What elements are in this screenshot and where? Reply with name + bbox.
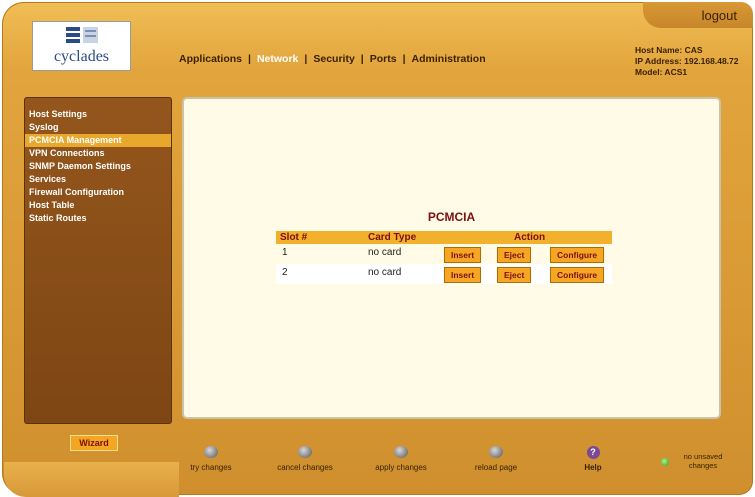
configure-button[interactable]: Configure [550, 247, 605, 263]
cancel-changes-button[interactable]: cancel changes [270, 446, 340, 472]
bottom-decoration [4, 462, 179, 497]
sidebar-item-services[interactable]: Services [25, 173, 171, 186]
ip-address: IP Address: 192.168.48.72 [635, 56, 739, 66]
eject-button[interactable]: Eject [497, 267, 532, 283]
logout-link[interactable]: logout [702, 8, 737, 23]
content-panel: PCMCIA Slot # Card Type Action 1 no card… [182, 97, 721, 419]
top-navigation: Applications | Network | Security | Ports | Admi… [179, 53, 486, 65]
table-header: Slot # Card Type Action [276, 231, 612, 244]
status-line-1: no unsaved [683, 452, 723, 461]
logo-text: cyclades [53, 48, 110, 65]
configure-button[interactable]: Configure [550, 267, 605, 283]
sidebar-item-static-routes[interactable]: Static Routes [25, 212, 171, 225]
slot-number: 1 [282, 247, 288, 258]
app-frame: logout cyclades Applications | Network | Sec… [2, 2, 753, 497]
wizard-button[interactable]: Wizard [70, 435, 118, 451]
reload-page-icon [489, 446, 503, 458]
sidebar-item-vpn-connections[interactable]: VPN Connections [25, 147, 171, 160]
slot-number: 2 [282, 267, 288, 278]
apply-changes-label: apply changes [375, 463, 427, 472]
status-line-2: changes [688, 461, 718, 470]
model-name: Model: ACS1 [635, 67, 688, 77]
eject-button[interactable]: Eject [497, 247, 532, 263]
logout-tab: logout [643, 2, 753, 28]
sidebar-item-syslog[interactable]: Syslog [25, 121, 171, 134]
table-row: 1 no card Insert Eject Configure [276, 244, 612, 264]
nav-ports[interactable]: Ports [370, 53, 397, 65]
try-changes-icon [204, 446, 218, 458]
nav-network[interactable]: Network [257, 53, 298, 65]
column-header-action: Action [514, 232, 546, 243]
nav-separator: | [304, 53, 308, 65]
sidebar-item-pcmcia-management[interactable]: PCMCIA Management [25, 134, 171, 147]
host-info: Host Name: CAS IP Address: 192.168.48.72… [635, 45, 739, 78]
unsaved-status: no unsaved changes [678, 452, 728, 470]
cancel-changes-icon [298, 446, 312, 458]
nav-applications[interactable]: Applications [179, 53, 242, 65]
cyclades-logo: cyclades [32, 21, 131, 71]
page-title: PCMCIA [427, 210, 476, 224]
apply-changes-icon [394, 446, 408, 458]
logo-mark-icon [66, 27, 98, 43]
apply-changes-button[interactable]: apply changes [368, 446, 434, 472]
nav-separator: | [360, 53, 364, 65]
nav-separator: | [248, 53, 251, 65]
reload-page-label: reload page [474, 463, 518, 472]
insert-button[interactable]: Insert [444, 267, 482, 283]
cancel-changes-label: cancel changes [277, 463, 333, 472]
nav-security[interactable]: Security [313, 53, 354, 65]
column-header-card-type: Card Type [368, 232, 417, 243]
help-button[interactable]: ? Help [578, 446, 608, 472]
reload-page-button[interactable]: reload page [466, 446, 526, 472]
card-type: no card [368, 267, 402, 278]
status-indicator-icon [661, 458, 669, 466]
pcmcia-table: Slot # Card Type Action 1 no card Insert… [276, 231, 612, 284]
try-changes-button[interactable]: try changes [184, 446, 238, 472]
column-header-slot: Slot # [280, 232, 308, 243]
help-icon: ? [586, 446, 600, 459]
sidebar-item-firewall-configuration[interactable]: Firewall Configuration [25, 186, 171, 199]
sidebar-item-snmp-daemon-settings[interactable]: SNMP Daemon Settings [25, 160, 171, 173]
sidebar-item-host-table[interactable]: Host Table [25, 199, 171, 212]
card-type: no card [368, 247, 402, 258]
table-row: 2 no card Insert Eject Configure [276, 264, 612, 284]
nav-administration[interactable]: Administration [412, 53, 486, 65]
sidebar-item-host-settings[interactable]: Host Settings [25, 108, 171, 121]
host-name: Host Name: CAS [635, 45, 703, 55]
sidebar-menu: Host Settings Syslog PCMCIA Management V… [24, 97, 172, 424]
insert-button[interactable]: Insert [444, 247, 482, 263]
nav-separator: | [402, 53, 406, 65]
try-changes-label: try changes [190, 463, 232, 472]
help-label: Help [584, 463, 602, 472]
